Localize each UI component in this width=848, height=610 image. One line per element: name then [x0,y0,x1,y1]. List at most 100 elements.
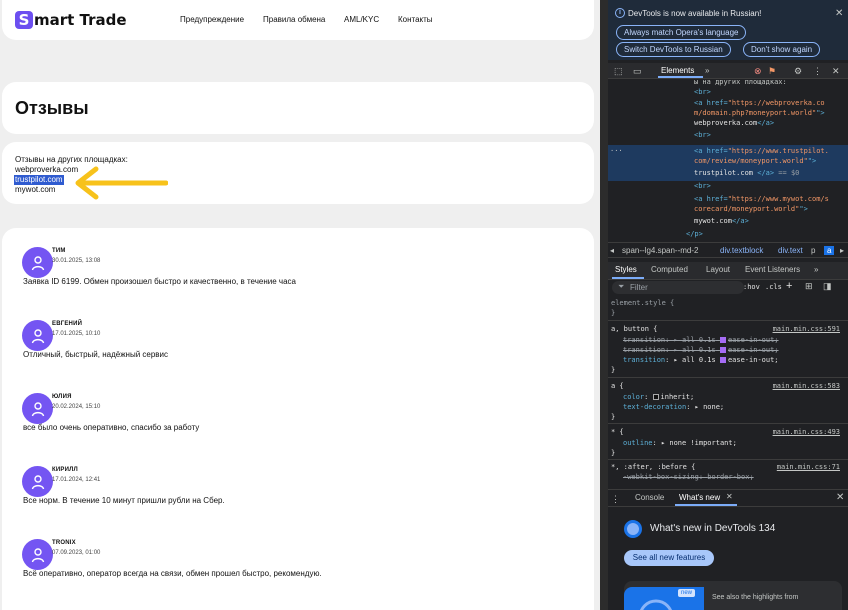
nav-exchange-rules[interactable]: Правила обмена [263,15,325,24]
rule-selector[interactable]: * { [611,427,624,437]
selected-node-ellipsis[interactable]: ··· [610,146,623,156]
rule-divider [608,377,848,378]
style-property[interactable]: outline: ▸ none !important; [623,438,737,448]
nav-aml-kyc[interactable]: AML/KYC [344,15,379,24]
style-property-overridden[interactable]: transition: ▸ all 0.1s ease-in-out; [623,345,779,355]
dom-attr-value: "https://webproverka.co [727,99,825,107]
prop-name: text-decoration [623,403,687,411]
color-swatch-icon[interactable] [652,394,659,400]
style-property-overridden[interactable]: -webkit-box-sizing: border-box; [623,472,754,482]
dom-tag: "> [807,157,817,165]
dom-tag: <a href= [694,99,728,107]
rule-selector[interactable]: *, :after, :before { [611,462,695,472]
dom-tag: </a> [757,169,775,177]
error-badge-icon[interactable]: ⊗ [754,66,762,77]
chrome-devtools-icon [624,520,642,538]
prop-name: transition [623,346,666,354]
style-property-overridden[interactable]: transition: ▸ all 0.1s ease-in-out; [623,335,779,345]
breadcrumb-item[interactable]: span--lg4.span--md-2 [622,246,698,255]
link-webproverka[interactable]: webproverka.com [15,165,78,175]
breadcrumb-scroll-right-icon[interactable]: ▸ [840,246,844,255]
review-date: 17.01.2024, 12:41 [52,477,101,483]
user-icon [31,401,44,416]
close-tab-icon[interactable]: ✕ [726,492,733,501]
sidebar-toggle-icon[interactable]: ◨ [823,281,832,292]
website-viewport: S mart Trade Предупреждение Правила обме… [0,0,600,610]
style-property[interactable]: color: inherit; [623,392,694,402]
dom-node-text-selected[interactable]: trustpilot.com </a> == $0 [694,168,799,178]
link-trustpilot[interactable]: trustpilot.com [14,175,64,185]
dom-br[interactable]: <br> [694,181,711,191]
dom-node-link-trustpilot-cont[interactable]: com/review/moneyport.world""> [694,156,816,166]
devtools-drawer: ⋮ Console What's new ✕ ✕ What's new in D… [608,489,848,610]
breadcrumb-scroll-left-icon[interactable]: ◂ [610,246,614,255]
active-tab-underline [612,277,644,279]
tab-styles[interactable]: Styles [615,265,637,274]
easing-swatch-icon[interactable] [719,337,726,343]
breadcrumb-item-active[interactable]: a [824,246,835,255]
link-mywot[interactable]: mywot.com [15,185,55,195]
prop-name: -webkit-box-sizing [623,473,699,481]
style-property[interactable]: transition: ▸ all 0.1s ease-in-out; [623,355,779,365]
dom-node-text[interactable]: mywot.com</a> [694,216,749,226]
reviews-list: ТИМ 30.01.2025, 13:08 Заявка ID 6199. Об… [2,228,594,610]
paint-icon[interactable]: ⊞ [805,281,813,292]
dom-br[interactable]: <br> [694,87,711,97]
new-rule-icon[interactable]: + [786,280,792,292]
panel-divider[interactable] [600,0,608,610]
cls-toggle[interactable]: .cls [765,283,782,291]
close-devtools-icon[interactable]: ✕ [832,66,840,77]
prop-value: none; [703,403,725,411]
style-property[interactable]: text-decoration: ▸ none; [623,402,724,412]
styles-filter-input[interactable]: ⏷ Filter [612,281,744,294]
drawer-menu-icon[interactable]: ⋮ [611,494,620,505]
hov-toggle[interactable]: :hov [743,283,760,291]
nav-warning[interactable]: Предупреждение [180,15,244,24]
breadcrumb-item[interactable]: div.textblock [720,246,763,255]
tab-computed[interactable]: Computed [651,265,688,274]
dom-node-link-webproverka[interactable]: <a href="https://webproverka.co [694,98,825,108]
dom-node-link-mywot[interactable]: <a href="https://www.mywot.com/s [694,194,829,204]
rule-source-link[interactable]: main.min.css:71 [777,462,840,472]
device-toggle-icon[interactable]: ▭ [633,66,642,77]
logo[interactable]: S mart Trade [15,11,127,29]
switch-russian-button[interactable]: Switch DevTools to Russian [616,42,731,57]
dont-show-again-button[interactable]: Don't show again [743,42,821,57]
issues-badge-icon[interactable]: ⚑ [768,66,776,77]
more-tabs-icon[interactable]: » [814,265,818,274]
prop-name: color [623,393,645,401]
easing-swatch-icon[interactable] [719,357,726,363]
tab-layout[interactable]: Layout [706,265,730,274]
dom-node-link-trustpilot[interactable]: <a href="https://www.trustpilot. [694,146,829,156]
rule-source-link[interactable]: main.min.css:591 [773,324,840,334]
element-style-rule[interactable]: element.style { [611,298,674,308]
dom-node-link-mywot-cont[interactable]: corecard/moneyport.world""> [694,204,808,214]
gear-icon[interactable]: ⚙ [794,66,802,77]
match-language-button[interactable]: Always match Opera's language [616,25,747,40]
inspect-element-icon[interactable]: ⬚ [614,66,623,77]
rule-selector[interactable]: a { [611,381,624,391]
easing-swatch-icon[interactable] [719,347,726,353]
dom-br[interactable]: <br> [694,130,711,140]
close-icon[interactable]: ✕ [835,8,843,19]
dom-node-link-webproverka-cont[interactable]: m/domain.php?moneyport.world""> [694,108,825,118]
rule-source-link[interactable]: main.min.css:583 [773,381,840,391]
close-drawer-icon[interactable]: ✕ [836,492,844,503]
more-tabs-icon[interactable]: » [705,66,709,75]
tab-console[interactable]: Console [635,493,664,502]
dom-node-text[interactable]: webproverka.com</a> [694,118,774,128]
breadcrumb-item[interactable]: div.text [778,246,803,255]
see-all-features-button[interactable]: See all new features [624,550,714,566]
breadcrumb-item[interactable]: p [811,246,815,255]
nav-contacts[interactable]: Контакты [398,15,433,24]
highlights-card[interactable]: new See also the highlights from [624,581,842,610]
tab-whats-new[interactable]: What's new [679,493,720,502]
rule-source-link[interactable]: main.min.css:493 [773,427,840,437]
rule-selector[interactable]: a, button { [611,324,657,334]
dom-p-close[interactable]: </p> [686,229,703,239]
kebab-menu-icon[interactable]: ⋮ [813,66,822,77]
dom-text-node[interactable]: ы на других площадках: [694,77,787,87]
tab-elements[interactable]: Elements [661,66,694,75]
dom-text: webproverka.com [694,119,758,127]
tab-event-listeners[interactable]: Event Listeners [745,265,800,274]
